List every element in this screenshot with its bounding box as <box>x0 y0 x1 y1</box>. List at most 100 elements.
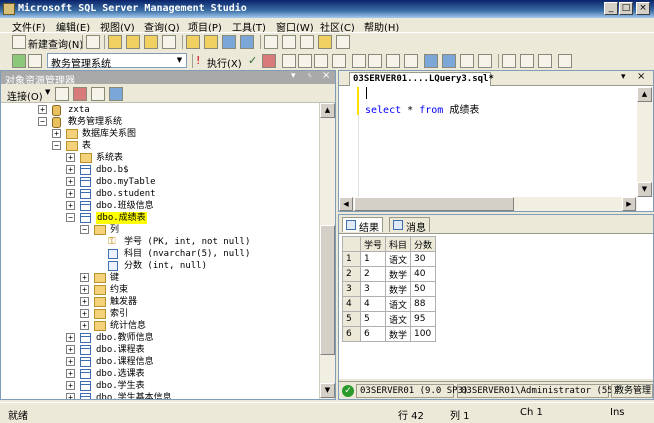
cell-score[interactable]: 30 <box>410 251 437 267</box>
tree-node[interactable]: + dbo.student <box>1 188 319 200</box>
tree-node[interactable]: + 键 <box>1 272 319 284</box>
filter-icon[interactable] <box>109 87 123 101</box>
include-plan-icon[interactable] <box>332 54 346 68</box>
analysis-query-icon[interactable] <box>126 35 140 49</box>
expand-icon[interactable]: + <box>66 333 75 342</box>
editor-hscrollbar[interactable]: ◀ ▶ <box>339 197 637 211</box>
tree-node[interactable]: ⚿ 学号 (PK, int, not null) <box>1 236 319 248</box>
row-number[interactable]: 6 <box>342 326 361 342</box>
analyze-query-icon[interactable] <box>314 54 328 68</box>
connect-icon[interactable] <box>55 87 69 101</box>
expand-icon[interactable]: + <box>52 129 61 138</box>
collapse-icon[interactable]: − <box>38 117 47 126</box>
tree-node[interactable]: + 系统表 <box>1 152 319 164</box>
connect-icon[interactable] <box>12 54 26 68</box>
maximize-button[interactable]: □ <box>619 2 633 15</box>
expand-icon[interactable]: + <box>66 189 75 198</box>
increase-indent-icon[interactable] <box>478 54 492 68</box>
cell-subject[interactable]: 语文 <box>385 251 412 267</box>
tree-node[interactable]: − 教务管理系统 <box>1 116 319 128</box>
cell-score[interactable]: 40 <box>410 266 437 282</box>
tree-node[interactable]: + 约束 <box>1 284 319 296</box>
scroll-up-icon[interactable]: ▲ <box>637 87 652 102</box>
chevron-down-icon[interactable]: ▼ <box>45 88 50 96</box>
toolbar-options-icon[interactable] <box>336 35 350 49</box>
tree-node[interactable]: − dbo.成绩表 <box>1 212 319 224</box>
toolbar-options-icon[interactable] <box>558 54 572 68</box>
scroll-up-icon[interactable]: ▲ <box>320 103 335 118</box>
column-header[interactable]: 分数 <box>410 236 437 252</box>
tree-node[interactable]: + 统计信息 <box>1 320 319 332</box>
cell-score[interactable]: 50 <box>410 281 437 297</box>
collapse-icon[interactable]: − <box>80 225 89 234</box>
cell-student-id[interactable]: 3 <box>359 281 387 297</box>
mdx-query-icon[interactable] <box>144 35 158 49</box>
tree-node[interactable]: + dbo.教师信息 <box>1 332 319 344</box>
registered-servers-icon[interactable] <box>264 35 278 49</box>
disconnect-icon[interactable] <box>73 87 87 101</box>
cell-subject[interactable]: 语文 <box>385 296 412 312</box>
expand-icon[interactable]: + <box>66 381 75 390</box>
results-to-grid-icon[interactable] <box>386 54 400 68</box>
tree-node[interactable]: + dbo.学生基本信息 <box>1 392 319 399</box>
tree-node[interactable]: + dbo.选课表 <box>1 368 319 380</box>
editor-vscrollbar[interactable]: ▲ ▼ <box>637 87 653 197</box>
expand-icon[interactable]: + <box>80 273 89 282</box>
row-number[interactable]: 2 <box>342 266 361 282</box>
row-number[interactable]: 3 <box>342 281 361 297</box>
dropdown-icon[interactable]: ▾ <box>291 71 296 81</box>
template-explorer-icon[interactable] <box>300 35 314 49</box>
expand-icon[interactable]: + <box>66 393 75 399</box>
expand-icon[interactable]: + <box>66 165 75 174</box>
tree-node[interactable]: − 列 <box>1 224 319 236</box>
scroll-right-icon[interactable]: ▶ <box>622 197 636 211</box>
tree-node[interactable]: 分数 (int, null) <box>1 260 319 272</box>
cell-student-id[interactable]: 2 <box>359 266 387 282</box>
tree-node[interactable]: + dbo.myTable <box>1 176 319 188</box>
save-all-icon[interactable] <box>240 35 254 49</box>
uncomment-icon[interactable] <box>442 54 456 68</box>
column-header[interactable]: 学号 <box>359 236 387 252</box>
expand-icon[interactable]: + <box>66 177 75 186</box>
query-designer-icon[interactable] <box>298 54 312 68</box>
specify-values-icon[interactable] <box>502 54 516 68</box>
cell-score[interactable]: 88 <box>410 296 437 312</box>
row-number[interactable]: 4 <box>342 296 361 312</box>
tab-results[interactable]: 结果 <box>342 217 383 234</box>
tab-messages[interactable]: 消息 <box>389 217 430 234</box>
active-files-icon[interactable]: ▾ <box>621 72 626 82</box>
execute-button[interactable]: 执行(X) <box>207 55 242 70</box>
tree-node[interactable]: + dbo.课程信息 <box>1 356 319 368</box>
results-to-text-icon[interactable] <box>368 54 382 68</box>
open-folder-icon[interactable] <box>186 35 200 49</box>
collapse-icon[interactable]: − <box>66 213 75 222</box>
tree-node[interactable]: + 数据库关系图 <box>1 128 319 140</box>
expand-icon[interactable]: + <box>66 345 75 354</box>
row-number[interactable]: 5 <box>342 311 361 327</box>
align-left-icon[interactable] <box>520 54 534 68</box>
tree-node[interactable]: + dbo.b$ <box>1 164 319 176</box>
connect-button[interactable]: 连接(O) <box>7 88 43 103</box>
tree-node[interactable]: + dbo.课程表 <box>1 344 319 356</box>
row-number[interactable]: 1 <box>342 251 361 267</box>
object-explorer-scrollbar[interactable]: ▲ ▼ <box>319 103 335 399</box>
tree-node[interactable]: + 索引 <box>1 308 319 320</box>
comment-icon[interactable] <box>424 54 438 68</box>
tree-node[interactable]: + dbo.班级信息 <box>1 200 319 212</box>
expand-icon[interactable]: + <box>80 321 89 330</box>
align-right-icon[interactable] <box>538 54 552 68</box>
cell-subject[interactable]: 数学 <box>385 266 412 282</box>
cell-score[interactable]: 100 <box>410 326 437 342</box>
new-query-icon[interactable] <box>12 35 26 49</box>
tree-node[interactable]: + 触发器 <box>1 296 319 308</box>
scroll-down-icon[interactable]: ▼ <box>637 182 652 197</box>
cell-student-id[interactable]: 4 <box>359 296 387 312</box>
tree-node[interactable]: + dbo.学生表 <box>1 380 319 392</box>
close-icon[interactable]: × <box>637 71 645 82</box>
execute-icon[interactable]: ! <box>196 54 200 67</box>
tab-query3[interactable]: 03SERVER01....LQuery3.sql* <box>349 72 494 86</box>
scroll-left-icon[interactable]: ◀ <box>339 197 353 211</box>
minimize-button[interactable]: _ <box>604 2 618 15</box>
expand-icon[interactable]: + <box>66 369 75 378</box>
tree-node[interactable]: 科目 (nvarchar(5), null) <box>1 248 319 260</box>
